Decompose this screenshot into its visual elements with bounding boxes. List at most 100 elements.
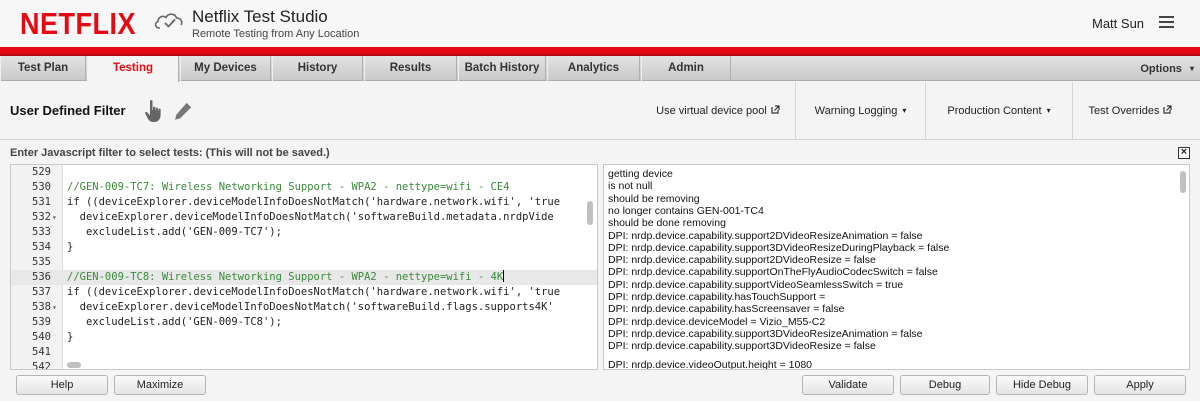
main-nav: Test Plan Testing My Devices History Res… <box>0 56 1200 82</box>
log-line: DPI: nrdp.device.capability.support2DVid… <box>608 254 876 267</box>
code-line: 532 ▾ deviceExplorer.deviceModelInfoDoesN… <box>11 210 597 225</box>
warning-logging-dropdown[interactable]: Warning Logging ▾ <box>795 82 925 140</box>
validate-button[interactable]: Validate <box>802 375 894 395</box>
tab-test-plan[interactable]: Test Plan <box>0 56 86 81</box>
code-text: if ((deviceExplorer.deviceModelInfoDoesN… <box>67 286 561 298</box>
code-line: 530 //GEN-009-TC7: Wireless Networking Su… <box>11 180 597 195</box>
filter-prompt: Enter Javascript filter to select tests:… <box>10 147 330 159</box>
tab-results[interactable]: Results <box>364 56 457 81</box>
fold-arrow-icon[interactable]: ▾ <box>52 300 57 315</box>
tab-history[interactable]: History <box>272 56 363 81</box>
code-editor[interactable]: 529 530 //GEN-009-TC7: Wireless Networkin… <box>10 164 598 370</box>
editor-vertical-scrollbar[interactable] <box>587 201 593 225</box>
code-text: deviceExplorer.deviceModelInfoDoesNotMat… <box>67 211 554 223</box>
line-number: 538 <box>32 301 51 313</box>
options-label: Options <box>1140 63 1182 75</box>
maximize-button[interactable]: Maximize <box>114 375 206 395</box>
code-line: 534} <box>11 240 597 255</box>
user-name[interactable]: Matt Sun <box>1092 16 1144 31</box>
editor-horizontal-scrollbar[interactable] <box>67 362 81 368</box>
code-line: 533 excludeList.add('GEN-009-TC7'); <box>11 225 597 240</box>
apply-button[interactable]: Apply <box>1094 375 1186 395</box>
fold-arrow-icon[interactable]: ▾ <box>52 210 57 225</box>
log-line: should be done removing <box>608 217 726 230</box>
line-number: 534 <box>32 241 51 253</box>
filter-title: User Defined Filter <box>10 103 126 118</box>
code-line: 541 <box>11 345 597 360</box>
line-number: 542 <box>32 361 51 370</box>
log-line: DPI: nrdp.device.capability.support2DVid… <box>608 229 923 242</box>
app-subtitle: Remote Testing from Any Location <box>192 28 360 40</box>
tab-analytics[interactable]: Analytics <box>547 56 640 81</box>
hide-debug-button[interactable]: Hide Debug <box>996 375 1088 395</box>
code-text: excludeList.add('GEN-009-TC8'); <box>67 316 282 328</box>
line-number: 533 <box>32 226 51 238</box>
virtual-device-pool-label: Use virtual device pool <box>656 105 767 117</box>
debug-log-panel[interactable]: getting device is not null should be rem… <box>603 164 1190 370</box>
line-number: 529 <box>32 166 51 178</box>
help-button[interactable]: Help <box>16 375 108 395</box>
log-line: DPI: nrdp.device.capability.support3DVid… <box>608 241 950 254</box>
caret-down-icon: ▾ <box>1046 106 1051 115</box>
warning-logging-label: Warning Logging <box>814 105 898 117</box>
log-line: is not null <box>608 180 653 193</box>
code-line: 539 excludeList.add('GEN-009-TC8'); <box>11 315 597 330</box>
app-title: Netflix Test Studio <box>192 7 328 26</box>
log-line: getting device <box>608 168 673 180</box>
production-content-label: Production Content <box>947 105 1042 117</box>
test-overrides-label: Test Overrides <box>1088 105 1160 117</box>
code-text: } <box>67 331 74 343</box>
cloud-check-icon <box>154 13 183 29</box>
caret-down-icon: ▾ <box>1189 64 1194 73</box>
caret-down-icon: ▾ <box>902 106 907 115</box>
production-content-dropdown[interactable]: Production Content ▾ <box>925 82 1072 140</box>
filter-toolbar: User Defined Filter Use virtual device p… <box>0 82 1200 140</box>
code-text: if ((deviceExplorer.deviceModelInfoDoesN… <box>67 196 561 208</box>
line-number: 536 <box>32 271 51 283</box>
code-line: 535 <box>11 255 597 270</box>
netflix-logo[interactable]: NETFLIX <box>20 7 136 42</box>
tab-testing[interactable]: Testing <box>87 56 179 82</box>
debug-button[interactable]: Debug <box>900 375 990 395</box>
tab-admin[interactable]: Admin <box>641 56 731 81</box>
pencil-icon[interactable] <box>172 101 194 121</box>
external-link-icon <box>1163 105 1173 114</box>
log-line: no longer contains GEN-001-TC4 <box>608 204 764 217</box>
code-text: //GEN-009-TC8: Wireless Networking Suppo… <box>67 270 505 285</box>
log-line: DPI: nrdp.device.deviceModel = Vizio_M55… <box>608 315 826 328</box>
log-line: DPI: nrdp.device.capability.support3DVid… <box>608 327 923 340</box>
tab-my-devices[interactable]: My Devices <box>180 56 271 81</box>
log-line: should be removing <box>608 192 700 205</box>
log-line: DPI: nrdp.device.capability.hasTouchSupp… <box>608 291 826 303</box>
line-number: 535 <box>32 256 51 268</box>
log-line: DPI: nrdp.device.capability.supportOnThe… <box>608 266 938 279</box>
code-line-active: 536 //GEN-009-TC8: Wireless Networking Su… <box>11 270 597 285</box>
code-line: 538 ▾ deviceExplorer.deviceModelInfoDoesN… <box>11 300 597 315</box>
brand-bar <box>0 47 1200 56</box>
tab-batch-history[interactable]: Batch History <box>458 56 546 81</box>
code-line: 542 <box>11 360 597 370</box>
code-text: deviceExplorer.deviceModelInfoDoesNotMat… <box>67 301 554 313</box>
app-header: NETFLIX Netflix Test Studio Remote Testi… <box>0 0 1200 47</box>
code-line: 531 if ((deviceExplorer.deviceModelInfoDo… <box>11 195 597 210</box>
code-text-content: //GEN-009-TC8: Wireless Networking Suppo… <box>67 271 504 283</box>
test-overrides-link[interactable]: Test Overrides <box>1072 82 1188 140</box>
hamburger-menu-icon[interactable] <box>1159 16 1174 29</box>
log-line: DPI: nrdp.device.videoOutput.height = 10… <box>608 359 813 370</box>
line-number: 540 <box>32 331 51 343</box>
virtual-device-pool-link[interactable]: Use virtual device pool <box>641 82 795 140</box>
code-line: 529 <box>11 165 597 180</box>
text-cursor <box>503 270 505 282</box>
code-line: 537 if ((deviceExplorer.deviceModelInfoDo… <box>11 285 597 300</box>
line-number: 541 <box>32 346 51 358</box>
close-icon[interactable]: × <box>1178 147 1190 159</box>
hand-pointer-icon[interactable] <box>144 99 164 123</box>
line-number: 530 <box>32 181 51 193</box>
line-number: 531 <box>32 196 51 208</box>
line-number: 532 <box>32 211 51 223</box>
external-link-icon <box>771 105 780 114</box>
log-vertical-scrollbar[interactable] <box>1180 171 1186 193</box>
options-menu[interactable]: Options ▾ <box>1140 56 1194 81</box>
line-number: 537 <box>32 286 51 298</box>
line-number: 539 <box>32 316 51 328</box>
